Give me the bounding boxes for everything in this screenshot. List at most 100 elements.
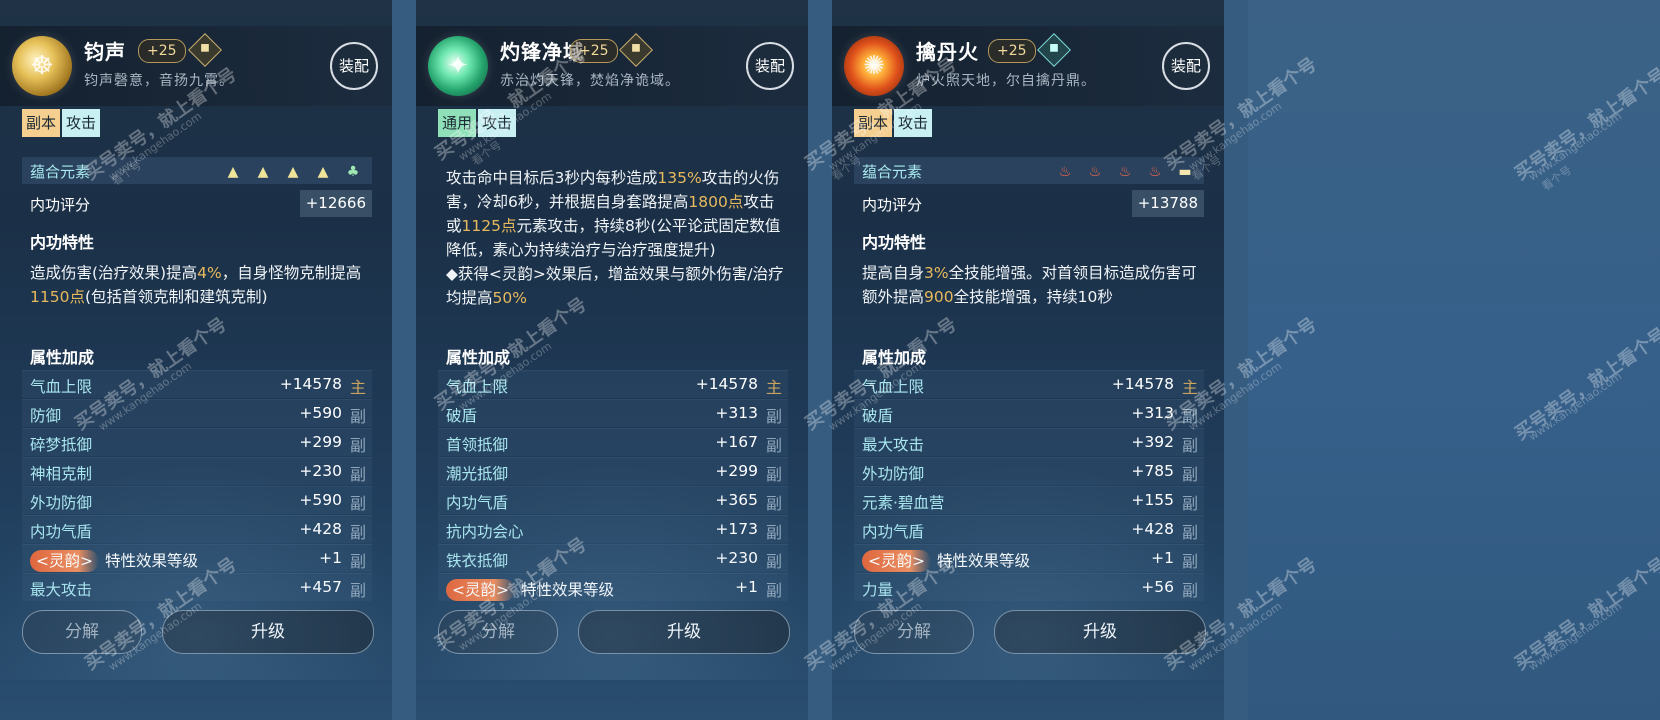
tag-list: 副本 攻击 <box>22 109 102 137</box>
element-row: 蕴合元素 ♨ ♨ ♨ ♨ ▬ <box>854 157 1204 184</box>
attr-row: 气血上限 +14578 主 <box>438 370 788 398</box>
attr-label: 最大攻击 <box>862 436 925 454</box>
tag-general: 通用 <box>438 109 477 137</box>
upgrade-button[interactable]: 升级 <box>994 610 1206 654</box>
attr-value: +428 <box>299 520 342 538</box>
attr-label: 最大攻击 <box>30 581 93 599</box>
trait-highlight: 1800点 <box>688 193 744 211</box>
sub-attr-mark: 副 <box>765 494 782 513</box>
attr-row: 内功气盾 +428 副 <box>22 515 372 543</box>
decompose-button[interactable]: 分解 <box>22 610 142 654</box>
attr-row: 元素·碧血营 +155 副 <box>854 486 1204 514</box>
sub-attr-mark: 副 <box>765 552 782 571</box>
flame-element-icon: ♨ <box>1088 164 1102 180</box>
item-header: ✺ 擒丹火 +25 ■ 炉火照天地，尔自擒丹鼎。 装配 <box>832 26 1224 106</box>
attr-row-lingyun: <灵韵> 特性效果等级 +1 副 <box>854 544 1204 572</box>
attr-value: +457 <box>299 578 342 596</box>
sub-attr-mark: 副 <box>349 552 366 571</box>
leaf-element-icon: ♣ <box>346 164 360 180</box>
attr-label-text: 特性效果等级 <box>936 552 1030 570</box>
lock-icon[interactable]: ■ <box>188 33 222 67</box>
upgrade-button[interactable]: 升级 <box>162 610 374 654</box>
trait-segment: (包括首领克制和建筑克制) <box>84 288 268 306</box>
attr-label: 抗内功会心 <box>446 523 524 541</box>
trait-highlight: 3% <box>924 264 949 282</box>
attr-title: 属性加成 <box>862 348 927 367</box>
attr-value: +14578 <box>1111 375 1174 393</box>
trait-text: 攻击命中目标后3秒内每秒造成135%攻击的火伤害，冷却6秒，并根据自身套路提高1… <box>446 166 786 310</box>
sub-attr-mark: 副 <box>765 407 782 426</box>
attr-row: 抗内功会心 +173 副 <box>438 515 788 543</box>
attr-value: +590 <box>299 491 342 509</box>
element-icons: ♨ ♨ ♨ ♨ ▬ <box>1044 161 1194 181</box>
equip-button[interactable]: 装配 <box>330 42 378 90</box>
tag-dungeon: 副本 <box>854 109 893 137</box>
item-panel-2: ✦ 灼锋净域 +25 ■ 赤治灼天锋，焚焰净诡域。 装配 通用 攻击 攻击命中目标… <box>416 0 808 720</box>
tag-attack: 攻击 <box>478 109 517 137</box>
attr-label: <灵韵> 特性效果等级 <box>446 578 614 601</box>
attr-value: +1 <box>1151 549 1174 567</box>
element-label: 蕴合元素 <box>862 163 923 181</box>
score-label: 内功评分 <box>862 196 923 214</box>
fire-item-icon: ✺ <box>844 36 904 96</box>
equip-button[interactable]: 装配 <box>746 42 794 90</box>
element-label: 蕴合元素 <box>30 163 91 181</box>
element-icons: ▲ ▲ ▲ ▲ ♣ <box>212 161 362 181</box>
trait-segment: 攻击命中目标后3秒内每秒造成 <box>446 169 658 187</box>
attr-label: 铁衣抵御 <box>446 552 509 570</box>
sub-attr-mark: 副 <box>349 494 366 513</box>
sub-attr-mark: 副 <box>1181 494 1198 513</box>
upgrade-button[interactable]: 升级 <box>578 610 790 654</box>
attr-value: +230 <box>299 462 342 480</box>
sub-attr-mark: 副 <box>1181 407 1198 426</box>
attr-row-lingyun: <灵韵> 特性效果等级 +1 副 <box>438 573 788 601</box>
attr-label: 内功气盾 <box>30 523 93 541</box>
item-header: ☸ 钧声 +25 ■ 钧声磬意，音扬九霄。 装配 <box>0 26 392 106</box>
element-row: 蕴合元素 ▲ ▲ ▲ ▲ ♣ <box>22 157 372 184</box>
score-value: +12666 <box>299 190 372 217</box>
decompose-button[interactable]: 分解 <box>854 610 974 654</box>
attr-row: 气血上限 +14578 主 <box>22 370 372 398</box>
flame-element-icon: ♨ <box>1118 164 1132 180</box>
blade-item-icon: ✦ <box>428 36 488 96</box>
attr-label: 力量 <box>862 581 894 599</box>
attr-value: +167 <box>715 433 758 451</box>
attr-label: 气血上限 <box>30 378 93 396</box>
main-attr-mark: 主 <box>1181 378 1198 397</box>
attr-label: 外功防御 <box>30 494 93 512</box>
level-badge: +25 <box>570 39 618 63</box>
sub-attr-mark: 副 <box>1181 465 1198 484</box>
attr-label-text: 特性效果等级 <box>104 552 198 570</box>
attr-label: 气血上限 <box>446 378 509 396</box>
bell-item-icon: ☸ <box>12 36 72 96</box>
book-element-icon: ▬ <box>1178 164 1192 180</box>
attr-label: 首领抵御 <box>446 436 509 454</box>
attr-value: +365 <box>715 491 758 509</box>
attr-row: 神相克制 +230 副 <box>22 457 372 485</box>
attr-value: +785 <box>1131 462 1174 480</box>
attr-label: 内功气盾 <box>446 494 509 512</box>
lock-icon[interactable]: ■ <box>619 33 653 67</box>
attr-value: +392 <box>1131 433 1174 451</box>
attr-row-lingyun: <灵韵> 特性效果等级 +1 副 <box>22 544 372 572</box>
trait-title: 内功特性 <box>862 233 927 252</box>
trait-highlight: 50% <box>492 289 527 307</box>
attr-label-text: 特性效果等级 <box>520 581 614 599</box>
lock-icon[interactable]: ■ <box>1037 33 1071 67</box>
trait-highlight: 900 <box>924 288 954 306</box>
item-panel-1: ☸ 钧声 +25 ■ 钧声磬意，音扬九霄。 装配 副本 攻击 蕴合元素 ▲ ▲ ▲ ▲ ♣… <box>0 0 392 720</box>
level-badge: +25 <box>988 39 1036 63</box>
attr-value: +1 <box>319 549 342 567</box>
equip-button[interactable]: 装配 <box>1162 42 1210 90</box>
attr-row: 首领抵御 +167 副 <box>438 428 788 456</box>
score-row: 内功评分 +13788 <box>854 190 1204 217</box>
attr-value: +313 <box>1131 404 1174 422</box>
attr-label: <灵韵> 特性效果等级 <box>30 549 198 572</box>
decompose-button[interactable]: 分解 <box>438 610 558 654</box>
score-row: 内功评分 +12666 <box>22 190 372 217</box>
sub-attr-mark: 副 <box>765 581 782 600</box>
attr-value: +313 <box>715 404 758 422</box>
attr-row: 破盾 +313 副 <box>438 399 788 427</box>
item-description: 炉火照天地，尔自擒丹鼎。 <box>916 73 1096 89</box>
lingyun-badge: <灵韵> <box>446 579 515 601</box>
